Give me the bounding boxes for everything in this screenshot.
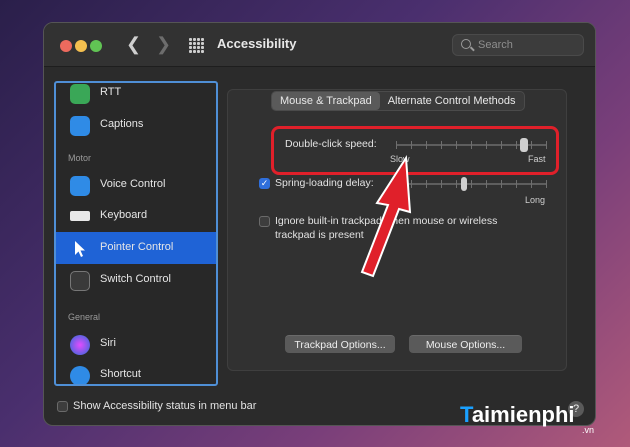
section-motor: Motor: [68, 153, 92, 163]
watermark-text: aimienphi: [471, 402, 575, 427]
sidebar-item-label: RTT: [100, 86, 122, 98]
search-box[interactable]: [452, 34, 584, 56]
close-button[interactable]: [60, 40, 72, 52]
ignore-trackpad-checkbox[interactable]: [259, 216, 270, 227]
sidebar-item-label: Keyboard: [100, 209, 148, 221]
slider-tick: [546, 180, 547, 188]
rtt-icon: [70, 84, 90, 104]
sidebar-item-label: Switch Control: [100, 273, 171, 285]
pointer-icon: [70, 239, 90, 259]
slider-tick: [531, 180, 532, 188]
sidebar-item-captions[interactable]: Captions: [56, 109, 216, 141]
voice-control-icon: [70, 176, 90, 196]
minimize-button[interactable]: [75, 40, 87, 52]
watermark-initial: T: [460, 402, 472, 427]
window-title: Accessibility: [217, 36, 297, 51]
system-preferences-window: ❮ ❯ Accessibility RTT Captions Motor Voi…: [43, 22, 596, 426]
sidebar-item-switch-control[interactable]: Switch Control: [56, 264, 216, 296]
titlebar: ❮ ❯ Accessibility: [44, 23, 595, 67]
section-general: General: [68, 312, 101, 322]
sidebar-item-label: Shortcut: [100, 368, 141, 380]
tab-alternate-control-methods[interactable]: Alternate Control Methods: [380, 92, 524, 110]
sidebar-item-rtt[interactable]: RTT: [56, 83, 216, 109]
sidebar-item-label: Voice Control: [100, 178, 166, 190]
forward-chevron-icon[interactable]: ❯: [156, 34, 171, 55]
sidebar-item-pointer-control[interactable]: Pointer Control: [56, 232, 216, 264]
spring-loading-checkbox[interactable]: ✓: [259, 178, 270, 189]
zoom-button[interactable]: [90, 40, 102, 52]
siri-icon: [70, 335, 90, 355]
slider-tick: [501, 180, 502, 188]
accessibility-shortcut-icon: [70, 366, 90, 384]
spring-loading-max-label: Long: [525, 195, 546, 205]
watermark-domain: .vn: [582, 425, 595, 435]
slider-tick: [441, 180, 442, 188]
slider-tick: [471, 180, 472, 188]
show-status-checkbox[interactable]: [57, 401, 68, 412]
show-status-label: Show Accessibility status in menu bar: [73, 400, 257, 412]
slider-tick: [456, 180, 457, 188]
keyboard-icon: [70, 211, 90, 221]
back-chevron-icon[interactable]: ❮: [126, 34, 141, 55]
search-icon: [461, 39, 471, 49]
sidebar-item-keyboard[interactable]: Keyboard: [56, 200, 216, 232]
sidebar-item-siri[interactable]: Siri: [56, 328, 216, 360]
arrow-shape: [360, 154, 412, 278]
slider-tick: [426, 180, 427, 188]
spring-loading-knob[interactable]: [461, 177, 467, 191]
trackpad-options-button[interactable]: Trackpad Options...: [285, 335, 395, 353]
search-input[interactable]: [478, 38, 578, 52]
sidebar: RTT Captions Motor Voice Control Keyboar…: [54, 81, 218, 386]
tab-mouse-trackpad[interactable]: Mouse & Trackpad: [272, 92, 380, 110]
annotation-arrow: [360, 154, 412, 278]
slider-tick: [516, 180, 517, 188]
captions-icon: [70, 116, 90, 136]
sidebar-item-label: Siri: [100, 337, 116, 349]
sidebar-item-shortcut[interactable]: Shortcut: [56, 359, 216, 384]
mouse-options-button[interactable]: Mouse Options...: [409, 335, 522, 353]
switch-control-icon: [70, 271, 90, 291]
sidebar-item-voice-control[interactable]: Voice Control: [56, 169, 216, 201]
watermark-logo: Taimienphi: [460, 402, 575, 428]
sidebar-item-label: Captions: [100, 118, 144, 130]
show-all-grid-icon[interactable]: [189, 38, 204, 53]
tab-bar: Mouse & Trackpad Alternate Control Metho…: [271, 91, 525, 111]
sidebar-item-label: Pointer Control: [100, 241, 174, 253]
slider-tick: [486, 180, 487, 188]
